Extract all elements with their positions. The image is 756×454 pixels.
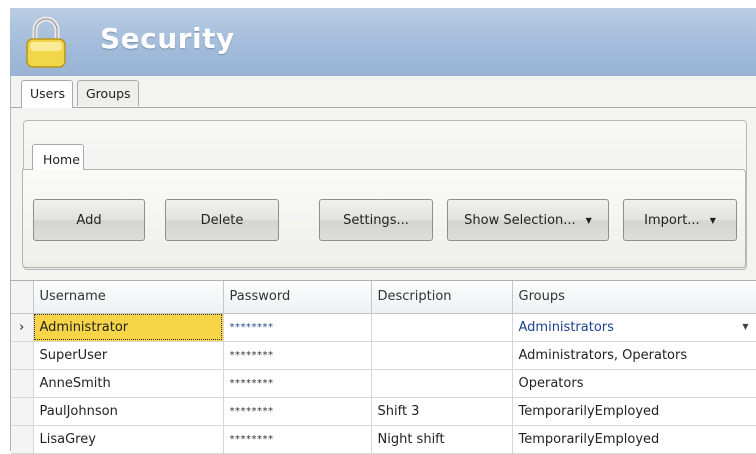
caret-down-icon: ▼ — [709, 215, 716, 225]
description-cell[interactable]: Night shift — [371, 425, 513, 454]
import-button-label: Import... — [644, 212, 700, 228]
app-header: Security — [10, 8, 756, 76]
settings-button-label: Settings... — [343, 212, 409, 228]
ribbon-tab-home[interactable]: Home — [32, 144, 84, 170]
users-grid: Username Password Description Groups › A… — [10, 280, 756, 454]
groups-value: Administrators — [518, 319, 614, 335]
import-button[interactable]: Import... ▼ — [623, 199, 737, 241]
table-row[interactable]: SuperUser ******** Administrators, Opera… — [11, 341, 756, 370]
description-cell[interactable] — [371, 313, 513, 342]
description-cell[interactable] — [371, 369, 513, 398]
caret-down-icon: ▼ — [585, 215, 592, 225]
password-cell[interactable]: ******** — [223, 369, 372, 398]
description-cell[interactable] — [371, 341, 513, 370]
password-cell[interactable]: ******** — [223, 425, 372, 454]
groups-cell[interactable]: TemporarilyEmployed — [512, 425, 756, 454]
groups-cell[interactable]: TemporarilyEmployed — [512, 397, 756, 426]
dropdown-arrow-icon[interactable]: ▼ — [742, 322, 748, 331]
column-header-username[interactable]: Username — [33, 281, 224, 314]
table-header-row: Username Password Description Groups — [11, 281, 756, 314]
password-cell[interactable]: ******** — [223, 313, 372, 342]
password-cell[interactable]: ******** — [223, 341, 372, 370]
column-header-description[interactable]: Description — [371, 281, 513, 314]
username-cell[interactable]: AnneSmith — [33, 369, 224, 398]
password-cell[interactable]: ******** — [223, 397, 372, 426]
groups-cell[interactable]: Operators — [512, 369, 756, 398]
description-cell[interactable]: Shift 3 — [371, 397, 513, 426]
settings-button[interactable]: Settings... — [319, 199, 433, 241]
current-row-indicator-icon: › — [11, 313, 34, 342]
username-cell[interactable]: LisaGrey — [33, 425, 224, 454]
row-header — [11, 397, 34, 426]
show-selection-button-label: Show Selection... — [464, 212, 576, 228]
column-header-password[interactable]: Password — [223, 281, 372, 314]
username-cell[interactable]: Administrator — [33, 313, 224, 342]
row-header — [11, 425, 34, 454]
groups-cell[interactable]: Administrators, Operators — [512, 341, 756, 370]
table-row[interactable]: AnneSmith ******** Operators — [11, 369, 756, 398]
column-header-groups[interactable]: Groups — [512, 281, 756, 314]
row-header — [11, 369, 34, 398]
page-title: Security — [100, 22, 235, 55]
table-row[interactable]: PaulJohnson ******** Shift 3 Temporarily… — [11, 397, 756, 426]
ribbon-home-body: Add Delete Settings... Show Selection...… — [22, 169, 746, 268]
groups-cell[interactable]: Administrators ▼ — [512, 313, 756, 342]
username-cell[interactable]: SuperUser — [33, 341, 224, 370]
username-cell[interactable]: PaulJohnson — [33, 397, 224, 426]
add-button-label: Add — [76, 212, 102, 228]
table-row[interactable]: LisaGrey ******** Night shift Temporaril… — [11, 425, 756, 454]
delete-button-label: Delete — [200, 212, 244, 228]
row-header — [11, 341, 34, 370]
row-header-corner — [11, 281, 34, 314]
delete-button[interactable]: Delete — [165, 199, 279, 241]
tab-groups[interactable]: Groups — [77, 80, 139, 106]
lock-icon — [26, 16, 66, 68]
show-selection-button[interactable]: Show Selection... ▼ — [447, 199, 609, 241]
table-row[interactable]: › Administrator ******** Administrators … — [11, 313, 756, 342]
users-table: Username Password Description Groups › A… — [11, 281, 756, 454]
tab-users[interactable]: Users — [21, 80, 73, 108]
add-button[interactable]: Add — [33, 199, 145, 241]
